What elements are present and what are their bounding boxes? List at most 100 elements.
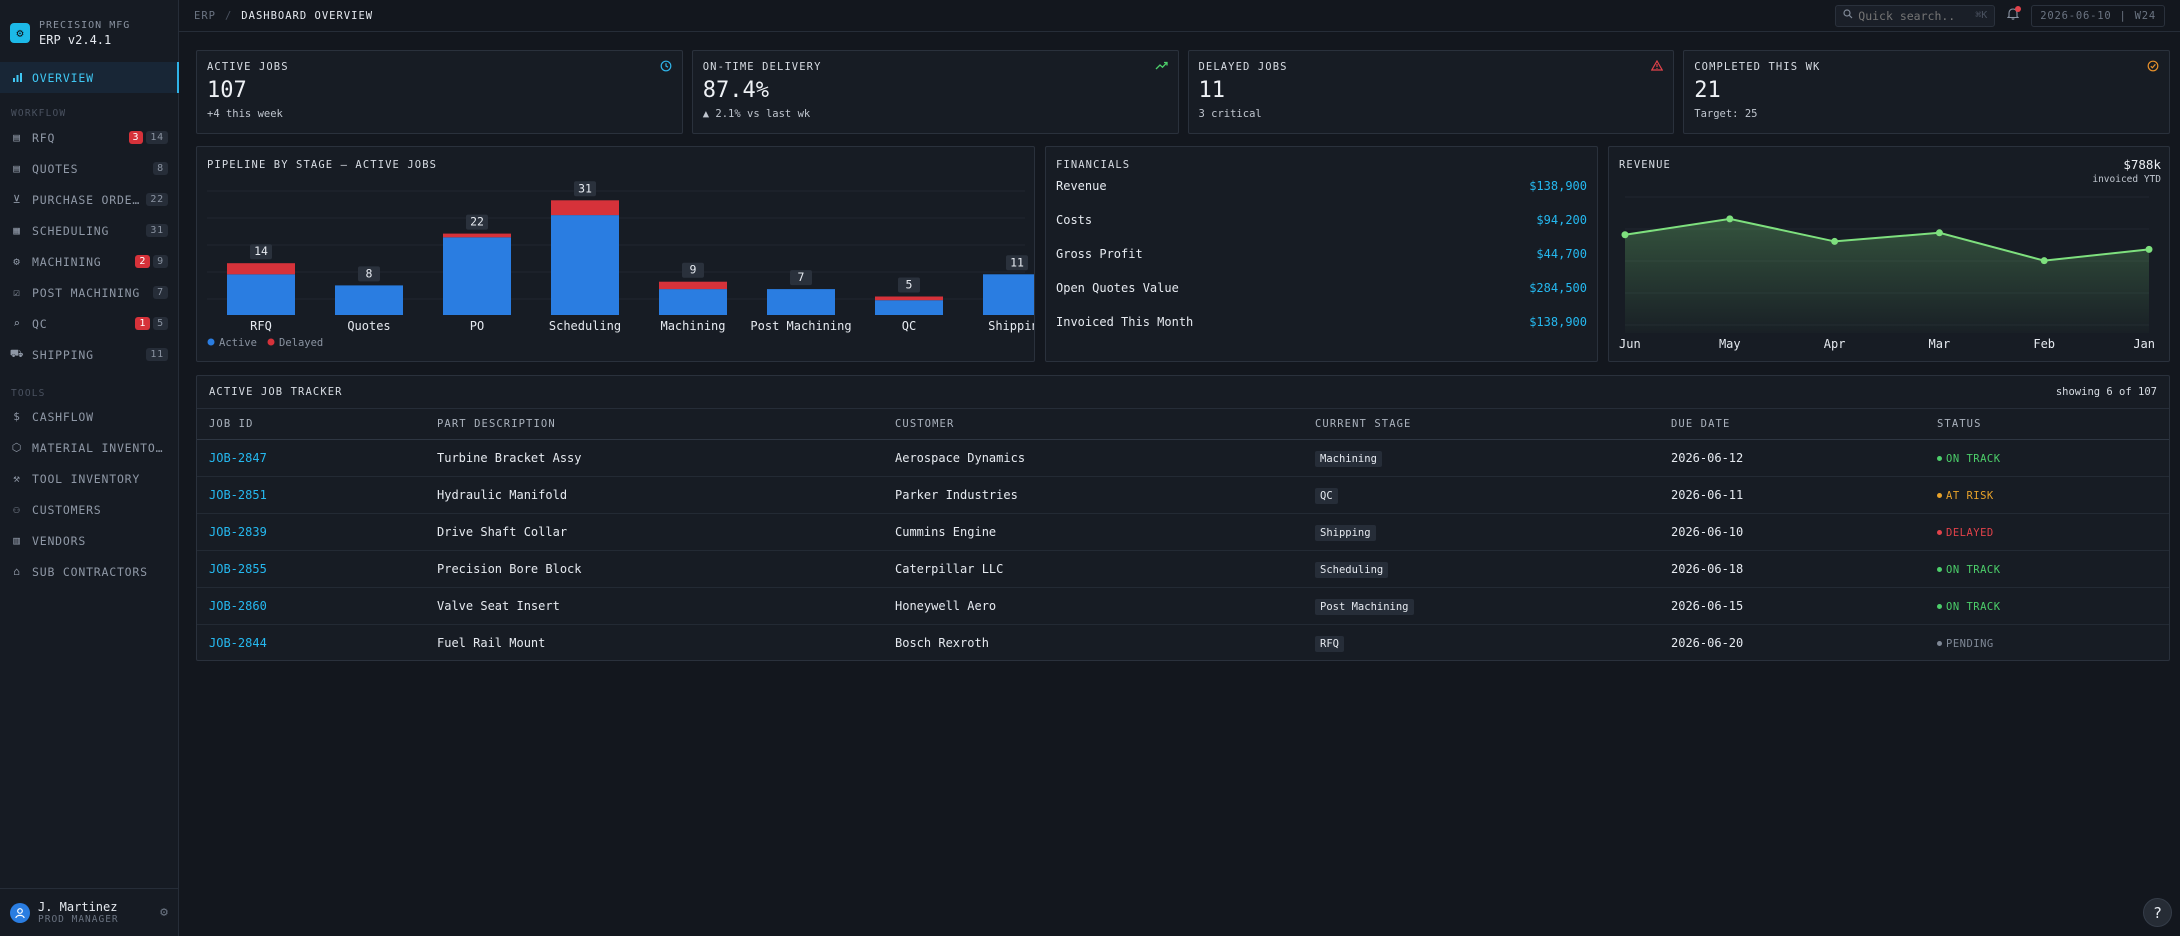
status-badge: DELAYED (1937, 527, 1994, 539)
bar-chart-icon (11, 72, 23, 84)
building-icon: ▥ (13, 534, 21, 547)
current-stage-cell: Post Machining (1303, 587, 1659, 625)
wrench-icon: ⚒ (13, 472, 21, 485)
breadcrumb-separator: / (224, 9, 233, 22)
bar-delayed-rfq[interactable] (227, 263, 295, 275)
breadcrumb-current: DASHBOARD OVERVIEW (241, 9, 374, 22)
sidebar-item-customers[interactable]: ⚇ CUSTOMERS (0, 494, 178, 525)
notification-bell-icon[interactable] (2005, 6, 2022, 24)
kpi-value: 87.4% (702, 78, 769, 103)
sidebar-item-vendors[interactable]: ▥ VENDORS (0, 525, 178, 556)
column-header[interactable]: STATUS (1925, 409, 2169, 440)
part-description: Valve Seat Insert (425, 587, 883, 625)
bar-active-shipping[interactable] (983, 274, 1034, 315)
sidebar-item-overview[interactable]: OVERVIEW (0, 62, 179, 93)
table-row[interactable]: JOB-2855 Precision Bore Block Caterpillar … (197, 550, 2169, 588)
sidebar-item-sub-contractors[interactable]: ⌂ SUB CONTRACTORS (0, 556, 178, 587)
bar-delayed-qc[interactable] (875, 296, 943, 301)
sidebar-item-material-inventory[interactable]: ⬡ MATERIAL INVENTORY (0, 432, 178, 463)
bar-delayed-po[interactable] (443, 233, 511, 238)
tracker-title: ACTIVE JOB TRACKER (209, 386, 343, 398)
revenue-point[interactable] (2145, 245, 2153, 253)
job-id-link[interactable]: JOB-2860 (197, 587, 425, 625)
current-date: 2026-06-10 (2040, 9, 2112, 22)
column-header[interactable]: PART DESCRIPTION (425, 409, 883, 440)
status-cell: ON TRACK (1925, 550, 2169, 588)
sidebar-item-label: PURCHASE ORDERS (32, 192, 144, 207)
financial-value: $44,700 (1536, 247, 1587, 261)
current-stage-cell: QC (1303, 476, 1659, 514)
status-dot-icon (1937, 641, 1942, 647)
kpi-title: ON-TIME DELIVERY (702, 61, 822, 73)
job-id-link[interactable]: JOB-2851 (197, 476, 425, 514)
settings-gear-icon[interactable]: ⚙ (160, 905, 168, 920)
bar-active-quotes[interactable] (335, 285, 403, 315)
revenue-point[interactable] (1935, 229, 1943, 237)
bar-delayed-machining[interactable] (659, 281, 727, 290)
breadcrumb-root[interactable]: ERP (194, 10, 216, 22)
sidebar-item-cashflow[interactable]: $ CASHFLOW (0, 401, 178, 432)
sidebar-item-qc[interactable]: ⌕ QC 1 5 (0, 308, 178, 339)
count-badge: 9 (153, 255, 168, 268)
bar-active-qc[interactable] (875, 300, 943, 315)
due-date: 2026-06-12 (1659, 439, 1925, 477)
table-row[interactable]: JOB-2847 Turbine Bracket Assy Aerospace Dy… (197, 439, 2169, 477)
document-icon: ▤ (13, 131, 21, 144)
job-id-link[interactable]: JOB-2855 (197, 550, 425, 588)
table-row[interactable]: JOB-2839 Drive Shaft Collar Cummins Engine… (197, 513, 2169, 551)
bar-active-scheduling[interactable] (551, 215, 619, 315)
financial-value: $284,500 (1529, 281, 1587, 295)
search-input[interactable] (1858, 8, 1959, 23)
bar-active-po[interactable] (443, 237, 511, 315)
job-id-link[interactable]: JOB-2839 (197, 513, 425, 551)
revenue-point[interactable] (1621, 231, 1629, 239)
kpi-card-on-time-delivery[interactable]: ON-TIME DELIVERY 87.4% ▲ 2.1% vs last wk (691, 50, 1179, 134)
breadcrumb: ERP / DASHBOARD OVERVIEW (194, 10, 373, 22)
sidebar-item-shipping[interactable]: ⛟ SHIPPING 11 (0, 339, 178, 370)
revenue-point[interactable] (2040, 257, 2048, 265)
top-bar: ERP / DASHBOARD OVERVIEW ⌘K 2026-06-10 | (179, 0, 2180, 32)
sidebar-item-machining[interactable]: ⚙ MACHINING 2 9 (0, 246, 178, 277)
sidebar-item-label: CASHFLOW (32, 409, 94, 424)
search-box[interactable]: ⌘K (1835, 4, 1996, 27)
column-header[interactable]: CURRENT STAGE (1303, 409, 1659, 440)
help-button[interactable]: ? (2143, 898, 2172, 927)
column-header[interactable]: DUE DATE (1659, 409, 1925, 440)
legend-delayed-label: Delayed (279, 337, 323, 349)
revenue-point[interactable] (1831, 237, 1839, 245)
bar-delayed-scheduling[interactable] (551, 200, 619, 216)
status-text: PENDING (1946, 637, 1994, 650)
job-id-link[interactable]: JOB-2847 (197, 439, 425, 477)
customer-name: Honeywell Aero (883, 587, 1303, 625)
user-profile[interactable]: J. Martinez PROD MANAGER ⚙ (0, 888, 178, 936)
count-badge: 5 (153, 317, 168, 330)
revenue-point[interactable] (1726, 215, 1734, 223)
sidebar-item-rfq[interactable]: ▤ RFQ 3 14 (0, 122, 178, 153)
table-row[interactable]: JOB-2844 Fuel Rail Mount Bosch Rexroth RFQ 2… (197, 624, 2169, 661)
sidebar-item-scheduling[interactable]: ▦ SCHEDULING 31 (0, 215, 178, 246)
bar-active-machining[interactable] (659, 289, 727, 315)
help-label: ? (2152, 903, 2163, 922)
bar-total-label: 7 (798, 270, 805, 284)
kpi-card-active-jobs[interactable]: ACTIVE JOBS 107 +4 this week (196, 50, 683, 134)
status-badge: ON TRACK (1937, 601, 2001, 613)
table-row[interactable]: JOB-2851 Hydraulic Manifold Parker Industr… (197, 476, 2169, 514)
stage-badge: Shipping (1315, 524, 1376, 541)
kpi-subtext: Target: 25 (1694, 108, 1758, 120)
financial-label: Costs (1056, 213, 1093, 227)
due-date: 2026-06-15 (1659, 587, 1925, 625)
column-header[interactable]: CUSTOMER (883, 409, 1303, 440)
table-row[interactable]: JOB-2860 Valve Seat Insert Honeywell Aero P… (197, 587, 2169, 625)
status-badge: PENDING (1937, 638, 1994, 650)
kpi-card-completed-this-wk[interactable]: COMPLETED THIS WK 21 Target: 25 (1683, 50, 2170, 134)
column-header[interactable]: JOB ID (197, 409, 425, 440)
sidebar-item-purchase-orders[interactable]: ⊻ PURCHASE ORDERS 22 (0, 184, 178, 215)
sidebar-item-post-machining[interactable]: ☑ POST MACHINING 7 (0, 277, 178, 308)
kpi-card-delayed-jobs[interactable]: DELAYED JOBS 11 3 critical (1187, 50, 1675, 134)
sidebar-item-quotes[interactable]: ▤ QUOTES 8 (0, 153, 178, 184)
bar-active-rfq[interactable] (227, 274, 295, 315)
job-id-link[interactable]: JOB-2844 (197, 624, 425, 661)
bar-active-post-machining[interactable] (767, 289, 835, 315)
bar-total-label: 8 (366, 266, 373, 280)
sidebar-item-tool-inventory[interactable]: ⚒ TOOL INVENTORY (0, 463, 178, 494)
